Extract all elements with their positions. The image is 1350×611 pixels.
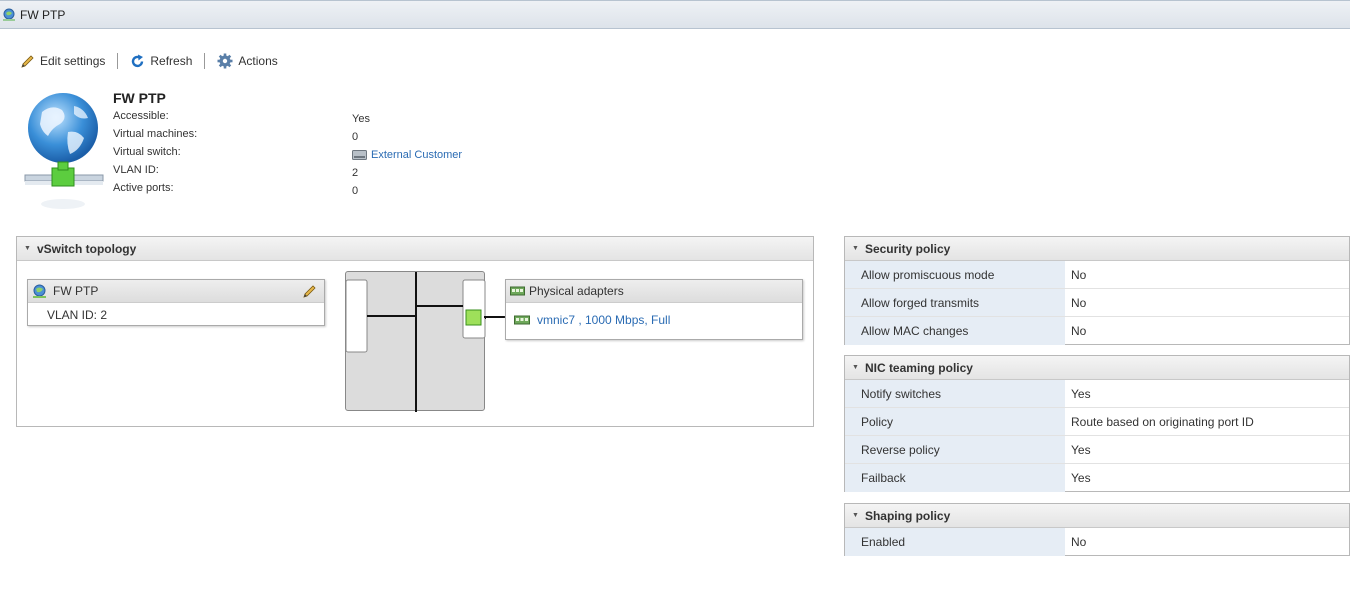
policy-key: Policy bbox=[845, 408, 1065, 435]
panel-title: Security policy bbox=[864, 241, 951, 256]
policy-key: Enabled bbox=[845, 528, 1065, 556]
panel-title: NIC teaming policy bbox=[864, 360, 973, 375]
uplink-wire bbox=[484, 316, 506, 318]
gear-icon bbox=[217, 53, 233, 69]
collapse-caret-icon: ▼ bbox=[24, 245, 31, 252]
refresh-button[interactable]: Refresh bbox=[130, 54, 192, 69]
policy-key: Reverse policy bbox=[845, 436, 1065, 463]
window-titlebar: FW PTP bbox=[0, 0, 1350, 29]
info-label: Accessible: bbox=[113, 110, 169, 122]
info-label: Virtual switch: bbox=[113, 146, 181, 158]
info-label: Active ports: bbox=[113, 182, 174, 194]
actions-label: Actions bbox=[238, 54, 278, 68]
policy-row: Reverse policy Yes bbox=[845, 436, 1349, 464]
pencil-icon[interactable] bbox=[302, 284, 317, 299]
panel-header[interactable]: ▼ Shaping policy bbox=[845, 504, 1349, 528]
policy-key: Allow forged transmits bbox=[845, 289, 1065, 316]
nic-row[interactable]: vmnic7 , 1000 Mbps, Full bbox=[506, 303, 802, 337]
security-policy-panel: ▼ Security policy Allow promiscuous mode… bbox=[844, 236, 1350, 345]
shaping-policy-panel: ▼ Shaping policy Enabled No bbox=[844, 503, 1350, 556]
policy-value: Yes bbox=[1071, 471, 1091, 485]
portgroup-card-header: FW PTP bbox=[28, 280, 324, 303]
policy-key: Notify switches bbox=[845, 380, 1065, 407]
nic-teaming-policy-panel: ▼ NIC teaming policy Notify switches Yes… bbox=[844, 355, 1350, 492]
panel-header[interactable]: ▼ Security policy bbox=[845, 237, 1349, 261]
edit-settings-button[interactable]: Edit settings bbox=[20, 54, 105, 69]
window-title: FW PTP bbox=[20, 8, 66, 22]
policy-value: Route based on originating port ID bbox=[1071, 414, 1254, 429]
policy-value: No bbox=[1071, 324, 1087, 338]
virtual-switch-value: External Customer bbox=[352, 146, 462, 164]
virtual-machines-value: 0 bbox=[352, 131, 359, 143]
physical-adapters-card: Physical adapters vmnic7 , 1000 Mbps, Fu… bbox=[505, 279, 803, 340]
toolbar: Edit settings Refresh Actions bbox=[20, 51, 278, 71]
collapse-caret-icon: ▼ bbox=[852, 364, 859, 371]
collapse-caret-icon: ▼ bbox=[852, 245, 859, 252]
panel-title: vSwitch topology bbox=[36, 241, 137, 256]
portgroup-name: FW PTP bbox=[113, 90, 166, 106]
vswitch-diagram bbox=[345, 271, 506, 412]
panel-header[interactable]: ▼ NIC teaming policy bbox=[845, 356, 1349, 380]
virtual-switch-link[interactable]: External Customer bbox=[371, 149, 462, 161]
policy-row: Allow forged transmits No bbox=[845, 289, 1349, 317]
policy-row: Policy Route based on originating port I… bbox=[845, 408, 1349, 436]
policy-value: No bbox=[1071, 535, 1087, 549]
nic-link[interactable]: vmnic7 , 1000 Mbps, Full bbox=[537, 313, 670, 327]
policy-row: Notify switches Yes bbox=[845, 380, 1349, 408]
physical-adapters-header: Physical adapters bbox=[506, 280, 802, 303]
globe-network-icon bbox=[24, 93, 104, 209]
toolbar-divider bbox=[117, 53, 119, 69]
panel-title: Shaping policy bbox=[864, 508, 951, 523]
pencil-icon bbox=[21, 54, 34, 68]
portgroup-icon bbox=[33, 284, 46, 298]
policy-row: Failback Yes bbox=[845, 464, 1349, 492]
nic-icon bbox=[514, 315, 530, 325]
physical-adapters-title: Physical adapters bbox=[529, 284, 624, 298]
switch-icon bbox=[352, 150, 367, 160]
policy-row: Enabled No bbox=[845, 528, 1349, 556]
vlan-id-value: 2 bbox=[352, 167, 359, 179]
info-label: Virtual machines: bbox=[113, 128, 198, 140]
collapse-caret-icon: ▼ bbox=[852, 512, 859, 519]
policy-row: Allow promiscuous mode No bbox=[845, 261, 1349, 289]
accessible-value: Yes bbox=[352, 113, 370, 125]
policy-row: Allow MAC changes No bbox=[845, 317, 1349, 345]
refresh-icon bbox=[132, 54, 144, 67]
panel-header[interactable]: ▼ vSwitch topology bbox=[17, 237, 813, 261]
actions-button[interactable]: Actions bbox=[217, 53, 278, 69]
portgroup-card-title: FW PTP bbox=[53, 284, 99, 298]
active-ports-value: 0 bbox=[352, 185, 359, 197]
edit-settings-label: Edit settings bbox=[40, 54, 106, 68]
policy-value: Yes bbox=[1071, 442, 1091, 457]
nic-icon bbox=[510, 286, 525, 296]
policy-value: No bbox=[1071, 295, 1087, 310]
info-label: VLAN ID: bbox=[113, 164, 159, 176]
policy-value: Yes bbox=[1071, 386, 1091, 401]
portgroup-icon bbox=[3, 8, 15, 21]
toolbar-divider bbox=[204, 53, 206, 69]
portgroup-card[interactable]: FW PTP VLAN ID: 2 bbox=[27, 279, 325, 326]
policy-key: Allow MAC changes bbox=[845, 317, 1065, 345]
policy-value: No bbox=[1071, 267, 1087, 282]
refresh-label: Refresh bbox=[150, 54, 193, 68]
vswitch-wiring bbox=[345, 272, 506, 412]
portgroup-vlan: VLAN ID: 2 bbox=[47, 307, 108, 322]
policy-key: Allow promiscuous mode bbox=[845, 261, 1065, 288]
policy-key: Failback bbox=[845, 464, 1065, 492]
